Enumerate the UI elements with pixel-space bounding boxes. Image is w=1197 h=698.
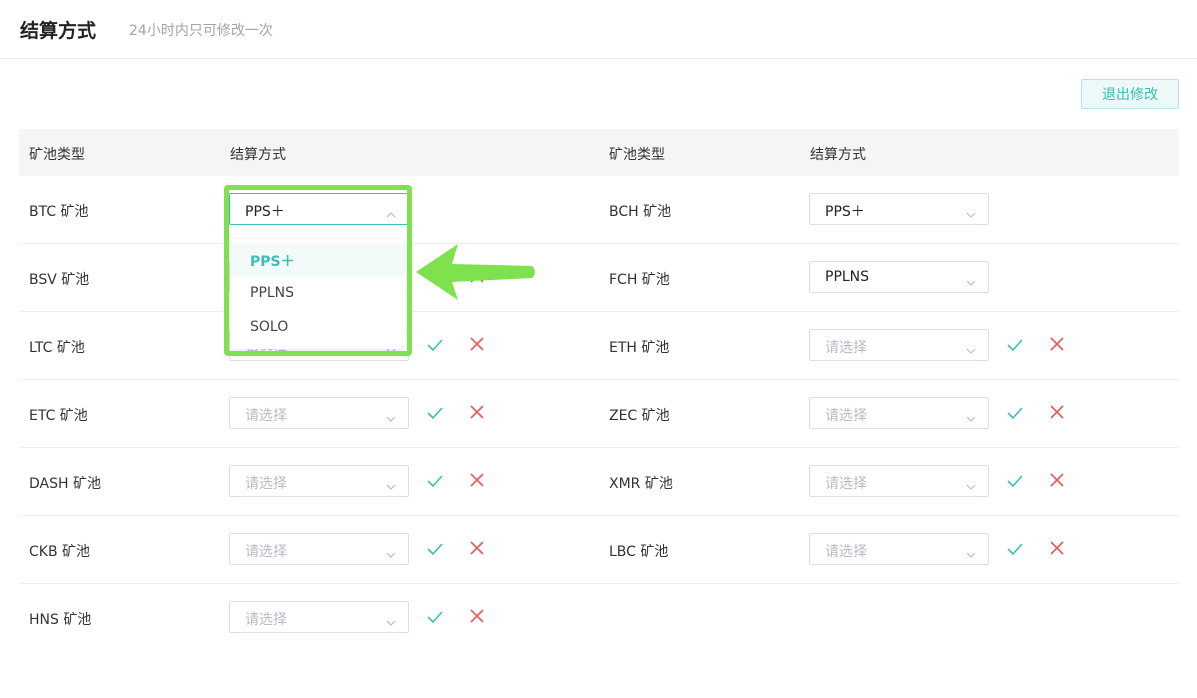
cancel-x-icon[interactable]: [1049, 404, 1065, 420]
pool-name-right: ZEC 矿池: [609, 408, 670, 424]
settlement-select[interactable]: 请选择: [809, 329, 989, 361]
table-header: 矿池类型 结算方式 矿池类型 结算方式: [19, 129, 1179, 176]
pool-name-right: BCH 矿池: [609, 204, 672, 220]
cancel-x-icon[interactable]: [469, 472, 485, 488]
chevron-down-icon: [966, 409, 976, 422]
settlement-select[interactable]: 请选择: [809, 465, 989, 497]
dropdown-option-pplns[interactable]: PPLNS: [230, 277, 406, 311]
chevron-down-icon: [386, 409, 396, 422]
select-value: PPS＋: [825, 204, 865, 220]
table-row: DASH 矿池 请选择 XMR 矿池 请选择: [19, 448, 1179, 516]
confirm-check-icon[interactable]: [1006, 336, 1024, 354]
select-placeholder: 请选择: [825, 476, 867, 492]
chevron-down-icon: [966, 273, 976, 286]
table-row: HNS 矿池 请选择: [19, 584, 1179, 652]
settlement-select[interactable]: 请选择: [809, 533, 989, 565]
pool-name-right: FCH 矿池: [609, 272, 670, 288]
column-header-settlement-left: 结算方式: [230, 147, 286, 163]
dropdown-option-solo[interactable]: SOLO: [230, 311, 406, 345]
select-placeholder: 请选择: [825, 340, 867, 356]
select-placeholder: 请选择: [245, 476, 287, 492]
select-value: PPLNS: [825, 269, 870, 285]
settlement-select[interactable]: 请选择: [229, 533, 409, 565]
select-placeholder: 请选择: [825, 408, 867, 424]
confirm-check-icon[interactable]: [1006, 472, 1024, 490]
confirm-check-icon[interactable]: [1006, 540, 1024, 558]
column-header-pool-type-right: 矿池类型: [609, 147, 665, 163]
cancel-x-icon[interactable]: [469, 404, 485, 420]
pool-name-right: XMR 矿池: [609, 476, 673, 492]
chevron-down-icon: [386, 613, 396, 626]
pool-name-left: LTC 矿池: [29, 340, 85, 356]
chevron-down-icon: [386, 477, 396, 490]
page-title: 结算方式: [20, 20, 97, 42]
confirm-check-icon[interactable]: [426, 336, 444, 354]
select-placeholder: 请选择: [825, 544, 867, 560]
chevron-down-icon: [966, 341, 976, 354]
chevron-down-icon: [966, 545, 976, 558]
dropdown-option-pps-plus[interactable]: PPS＋: [230, 243, 406, 277]
settlement-select[interactable]: 请选择: [809, 397, 989, 429]
table-row: CKB 矿池 请选择 LBC 矿池 请选择: [19, 516, 1179, 584]
cancel-x-icon[interactable]: [469, 540, 485, 556]
pool-name-left: BSV 矿池: [29, 272, 90, 288]
pool-name-left: DASH 矿池: [29, 476, 101, 492]
confirm-check-icon[interactable]: [426, 404, 444, 422]
cancel-x-icon[interactable]: [469, 336, 485, 352]
confirm-check-icon[interactable]: [426, 268, 444, 286]
settlement-select[interactable]: PPS＋: [809, 193, 989, 225]
settlement-select[interactable]: PPS＋: [229, 193, 409, 225]
exit-edit-button[interactable]: 退出修改: [1081, 79, 1179, 109]
select-placeholder: 请选择: [245, 408, 287, 424]
table-row: ETC 矿池 请选择 ZEC 矿池 请选择: [19, 380, 1179, 448]
table-row: BSV 矿池请选择FCH 矿池PPLNS: [19, 244, 1179, 312]
pool-name-left: BTC 矿池: [29, 204, 89, 220]
select-value: PPS＋: [245, 204, 285, 220]
cancel-x-icon[interactable]: [1049, 336, 1065, 352]
chevron-up-icon: [386, 205, 396, 218]
cancel-x-icon[interactable]: [469, 608, 485, 624]
chevron-down-icon: [966, 477, 976, 490]
settlement-select[interactable]: 请选择: [229, 465, 409, 497]
select-placeholder: 请选择: [245, 612, 287, 628]
settlement-table: 矿池类型 结算方式 矿池类型 结算方式 BTC 矿池 PPS＋ BCH 矿池 PPS＋…: [19, 129, 1179, 652]
settlement-select[interactable]: PPLNS: [809, 261, 989, 293]
chevron-down-icon: [966, 205, 976, 218]
pool-name-right: LBC 矿池: [609, 544, 669, 560]
cancel-x-icon[interactable]: [1049, 472, 1065, 488]
page-subtitle: 24小时内只可修改一次: [129, 23, 273, 39]
pool-name-left: HNS 矿池: [29, 612, 92, 628]
settlement-dropdown-menu: PPS＋ PPLNS SOLO: [230, 239, 406, 349]
settlement-select[interactable]: 请选择: [229, 397, 409, 429]
confirm-check-icon[interactable]: [426, 472, 444, 490]
pool-name-right: ETH 矿池: [609, 340, 670, 356]
confirm-check-icon[interactable]: [426, 540, 444, 558]
table-row: BTC 矿池 PPS＋ BCH 矿池 PPS＋: [19, 176, 1179, 244]
pool-name-left: CKB 矿池: [29, 544, 91, 560]
cancel-x-icon[interactable]: [469, 268, 485, 284]
confirm-check-icon[interactable]: [1006, 404, 1024, 422]
pool-name-left: ETC 矿池: [29, 408, 88, 424]
column-header-pool-type-left: 矿池类型: [29, 147, 85, 163]
column-header-settlement-right: 结算方式: [810, 147, 866, 163]
table-row: LTC 矿池请选择ETH 矿池请选择: [19, 312, 1179, 380]
chevron-down-icon: [386, 545, 396, 558]
page-header: 结算方式 24小时内只可修改一次: [0, 0, 1197, 59]
cancel-x-icon[interactable]: [1049, 540, 1065, 556]
settlement-select[interactable]: 请选择: [229, 601, 409, 633]
confirm-check-icon[interactable]: [426, 608, 444, 626]
select-placeholder: 请选择: [245, 544, 287, 560]
